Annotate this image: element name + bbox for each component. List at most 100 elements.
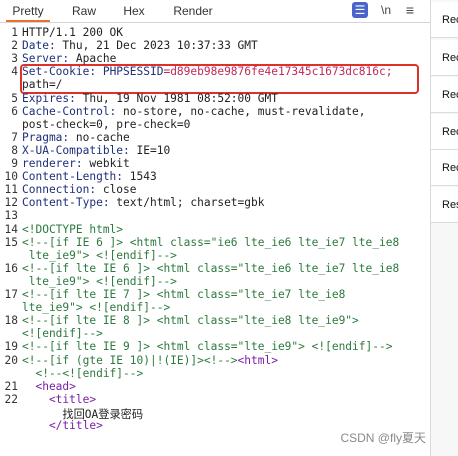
code-token: </title> (22, 419, 103, 432)
line-number: 8 (11, 143, 18, 157)
code-token: close (102, 183, 137, 197)
code-token: =d89eb98e9876fe4e17345c1673dc816c; (163, 65, 393, 79)
code-line: lte_ie9"> <![endif]--> (22, 275, 177, 288)
code-token: no-cache (75, 130, 130, 144)
code-token: Content-Type: (22, 196, 117, 210)
side-item[interactable]: Res (431, 187, 458, 223)
list-icon[interactable]: ☰ (352, 2, 368, 18)
response-editor[interactable]: 1 HTTP/1.1 200 OK 2 Date: Thu, 21 Dec 2023 … (0, 24, 430, 456)
code-token: text/html; charset=gbk (116, 196, 265, 210)
side-item[interactable]: Rec (431, 40, 458, 76)
code-line: <!--[if lte IE 6 ]> <html class="lte_ie6… (22, 262, 399, 275)
code-line: Content-Length: 1543 (22, 170, 157, 183)
newline-toggle[interactable]: \n (378, 2, 394, 18)
code-token: <!--<![endif]--> (22, 366, 144, 380)
code-token: <![endif]--> (22, 327, 103, 341)
code-token: <!--[if lte IE 9 ]> <html class="lte_ie9… (22, 340, 393, 354)
code-line: Pragma: no-cache (22, 131, 130, 144)
code-token: lte_ie9"> <![endif]--> (22, 301, 171, 315)
code-token: <head> (22, 379, 76, 393)
code-token: Set-Cookie: (22, 65, 103, 79)
code-line: Date: Thu, 21 Dec 2023 10:37:33 GMT (22, 39, 258, 52)
code-token: Thu, 21 Dec 2023 10:37:33 GMT (62, 39, 258, 53)
tab-hex[interactable]: Hex (116, 0, 152, 22)
line-number: 13 (4, 209, 18, 223)
line-number: 11 (4, 183, 18, 197)
line-number: 3 (11, 52, 18, 66)
line-number: 20 (4, 353, 18, 367)
watermark: CSDN @fly夏天 (340, 431, 426, 445)
line-number: 22 (4, 392, 18, 406)
code-token: Expires: (22, 91, 83, 105)
code-token: <!--[if (gte IE 10)|!(IE)]><!--> (22, 353, 238, 367)
code-token: lte_ie9"> <![endif]--> (22, 274, 177, 288)
code-token: Content-Length: (22, 170, 130, 184)
line-number: 9 (11, 157, 18, 170)
code-token: Date: (22, 39, 63, 53)
code-line: lte_ie9"> <![endif]--> (22, 301, 170, 314)
line-number: 15 (4, 235, 18, 249)
line-number: 17 (4, 288, 18, 301)
line-number: 2 (11, 39, 18, 53)
code-line: Connection: close (22, 183, 137, 196)
code-token: <html> (237, 353, 278, 367)
code-token: Cache-Control: (22, 104, 124, 118)
code-token: <!--[if IE 6 ]> <html class="ie6 lte_ie6… (22, 235, 400, 249)
hamburger-menu-icon[interactable]: ≡ (402, 2, 418, 18)
side-item[interactable]: Rec (431, 2, 458, 38)
code-line: <![endif]--> (22, 327, 103, 340)
code-token: <title> (22, 392, 97, 406)
code-line: X-UA-Compatible: IE=10 (22, 144, 170, 157)
code-line: <!--[if lte IE 8 ]> <html class="lte_ie8… (22, 314, 359, 327)
code-token: <!--[if lte IE 8 ]> <html class="lte_ie8… (22, 314, 359, 328)
code-token: no-store, no-cache, must-revalidate, (123, 104, 366, 118)
side-item[interactable]: Rec (431, 114, 458, 150)
code-token: X-UA-Compatible: (22, 143, 137, 157)
line-number: 21 (4, 379, 18, 393)
line-number: 18 (4, 314, 18, 328)
code-line: post-check=0, pre-check=0 (22, 118, 190, 131)
code-line: <!--[if (gte IE 10)|!(IE)]><!--><html> (22, 354, 278, 367)
code-token: lte_ie9"> <![endif]--> (22, 248, 177, 262)
line-number: 7 (11, 130, 18, 144)
code-line: Server: Apache (22, 52, 116, 65)
code-token: Apache (75, 52, 117, 66)
code-token: <!DOCTYPE html> (22, 222, 124, 236)
line-number: 14 (4, 222, 18, 236)
code-line: Content-Type: text/html; charset=gbk (22, 196, 264, 209)
line-number: 1 (11, 26, 18, 39)
line-number: 4 (11, 65, 18, 79)
response-view-tabbar: Pretty Raw Hex Render ☰ \n ≡ (0, 0, 430, 23)
line-number: 16 (4, 261, 18, 275)
code-token: HTTP/1.1 200 OK (22, 26, 124, 39)
code-line: <!--[if lte IE 7 ]> <html class="lte_ie7… (22, 288, 345, 301)
line-number: 5 (11, 91, 18, 105)
code-line: </title> (22, 419, 103, 432)
code-line: Cache-Control: no-store, no-cache, must-… (22, 105, 366, 118)
code-line: HTTP/1.1 200 OK (22, 26, 123, 39)
code-token: renderer: (22, 157, 90, 170)
code-line: <!--[if lte IE 9 ]> <html class="lte_ie9… (22, 340, 392, 353)
tab-pretty[interactable]: Pretty (6, 0, 50, 22)
code-line: <title> (22, 393, 96, 406)
tab-render[interactable]: Render (168, 0, 218, 22)
line-number: 6 (11, 104, 18, 118)
code-line: lte_ie9"> <![endif]--> (22, 249, 177, 262)
code-line: <!--[if IE 6 ]> <html class="ie6 lte_ie6… (22, 236, 399, 249)
side-item[interactable]: Rec (431, 77, 458, 113)
code-token: webkit (89, 157, 130, 170)
code-line: <!--<![endif]--> (22, 367, 143, 380)
code-line: renderer: webkit (22, 157, 130, 170)
side-item[interactable]: Rec (431, 150, 458, 186)
code-token: Server: (22, 52, 76, 66)
code-token: Thu, 19 Nov 1981 08:52:00 GMT (82, 91, 278, 105)
code-token: Pragma: (22, 130, 76, 144)
line-number: 19 (4, 340, 18, 354)
code-token: IE=10 (136, 143, 171, 157)
code-line: <!DOCTYPE html> (22, 223, 123, 236)
code-token: Connection: (22, 183, 103, 197)
line-number: 10 (4, 170, 18, 184)
code-line: Set-Cookie: PHPSESSID=d89eb98e9876fe4e17… (22, 65, 392, 78)
inspector-side-panel: RecRecRecRecRecRes (430, 0, 458, 456)
tab-raw[interactable]: Raw (66, 0, 102, 22)
